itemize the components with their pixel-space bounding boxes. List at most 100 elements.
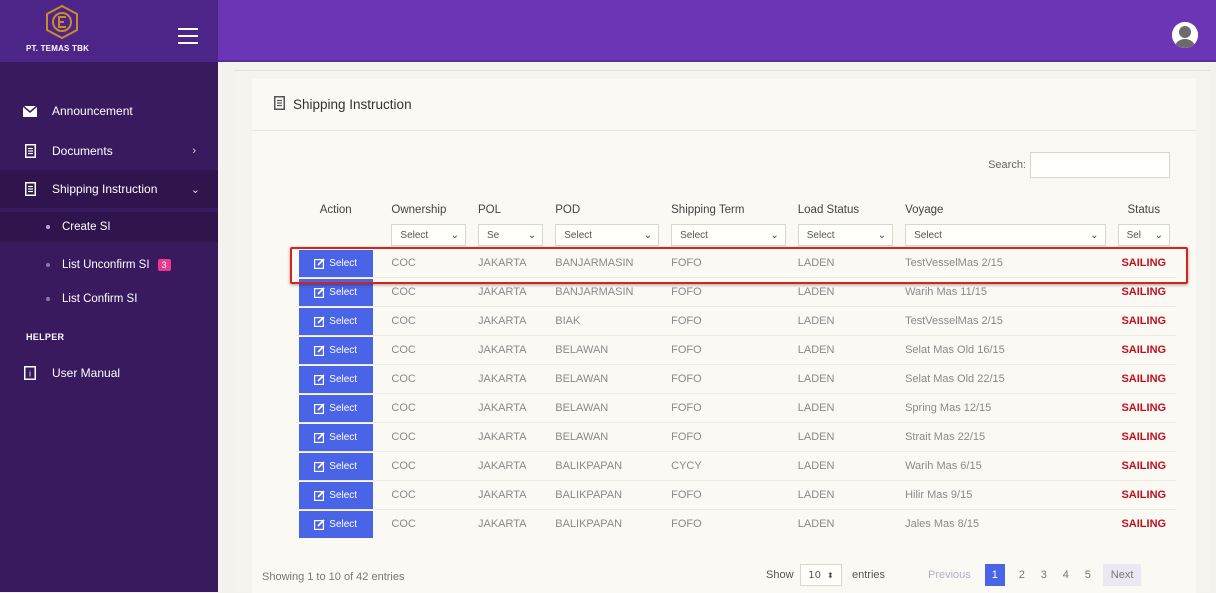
chevron-down-icon: ⌄ (643, 229, 653, 241)
shipping-term-filter-select[interactable]: Select ⌄ (671, 224, 786, 246)
table-row[interactable]: Select COC JAKARTA BELAWAN FOFO LADEN Selat Ma… (296, 335, 1176, 365)
column-header-pol[interactable]: POL (472, 198, 549, 222)
edit-icon (314, 257, 325, 269)
filter-cell: Select ⌄ (899, 222, 1111, 249)
select-button-label: Select (329, 257, 358, 269)
pagination-page-4[interactable]: 4 (1055, 564, 1077, 586)
sidebar-item-user-manual[interactable]: i User Manual (0, 354, 218, 392)
cell-load: LADEN (791, 335, 900, 365)
sidebar-subitem-list-unconfirm-si[interactable]: List Unconfirm SI 3 (0, 250, 218, 280)
pol-filter-select[interactable]: Se ⌄ (477, 224, 544, 246)
voyage-filter-select[interactable]: Select ⌄ (905, 224, 1106, 246)
pod-filter-select[interactable]: Select ⌄ (555, 224, 660, 246)
user-avatar[interactable] (1172, 22, 1198, 48)
cell-ownership: COC (375, 509, 472, 539)
chevron-down-icon: ⌄ (527, 229, 537, 241)
pagination-page-5[interactable]: 5 (1077, 564, 1099, 586)
chevron-down-icon: ⌄ (190, 183, 200, 196)
sidebar-section-helper: HELPER (26, 332, 65, 342)
ownership-filter-select[interactable]: Select ⌄ (391, 224, 466, 246)
status-filter-select[interactable]: Sel ⌄ (1117, 224, 1170, 246)
select-button[interactable]: Select (298, 249, 373, 277)
cell-pod: BIAK (549, 306, 666, 336)
select-value: Select (400, 229, 429, 241)
cell-pol: JAKARTA (471, 335, 550, 365)
search-input[interactable] (1030, 152, 1170, 178)
select-button[interactable]: Select (298, 452, 373, 480)
sidebar-item-label: Announcement (52, 104, 133, 118)
cell-term: FOFO (665, 306, 792, 336)
column-header-status[interactable]: Status (1112, 198, 1176, 222)
count-badge: 3 (157, 259, 171, 271)
sidebar-item-documents[interactable]: Documents › (0, 132, 218, 170)
cell-pod: BELAWAN (549, 364, 666, 394)
cell-voyage: Hilir Mas 9/15 (899, 480, 1112, 510)
menu-toggle-icon[interactable] (178, 28, 200, 44)
document-icon (274, 95, 285, 114)
table-row[interactable]: Select COC JAKARTA BELAWAN FOFO LADEN Spring M… (296, 393, 1176, 423)
manual-icon: i (22, 366, 38, 380)
envelope-icon (22, 105, 38, 117)
table-row[interactable]: Select COC JAKARTA BALIKPAPAN FOFO LADEN Jales… (296, 509, 1176, 539)
cell-ownership: COC (375, 277, 472, 307)
column-header-voyage[interactable]: Voyage (899, 198, 1111, 222)
sidebar-subitem-create-si[interactable]: Create SI (0, 212, 218, 242)
cell-ownership: COC (375, 248, 472, 278)
cell-pol: JAKARTA (471, 364, 550, 394)
select-button[interactable]: Select (298, 481, 373, 509)
select-button[interactable]: Select (298, 423, 373, 451)
column-header-ownership[interactable]: Ownership (375, 198, 472, 222)
column-header-action[interactable]: Action (296, 198, 375, 222)
load-status-filter-select[interactable]: Select ⌄ (797, 224, 894, 246)
select-button-label: Select (329, 518, 358, 530)
sidebar-item-announcement[interactable]: Announcement (0, 92, 218, 130)
pagination-previous[interactable]: Previous (920, 564, 979, 586)
cell-pol: JAKARTA (471, 393, 550, 423)
filter-cell-empty (296, 222, 375, 249)
table-row[interactable]: Select COC JAKARTA BANJARMASIN FOFO LADEN Wari… (296, 277, 1176, 307)
select-button[interactable]: Select (298, 365, 373, 393)
app-window: PT. TEMAS TBK Announcement Documents › S… (0, 0, 1216, 593)
page-size-select[interactable]: 10 ⬍ (800, 564, 842, 586)
action-cell: Select (296, 451, 376, 481)
select-button-label: Select (329, 431, 358, 443)
pagination-page-2[interactable]: 2 (1011, 564, 1033, 586)
search-label: Search: (988, 159, 1026, 171)
select-button[interactable]: Select (298, 510, 373, 538)
table-row[interactable]: Select COC JAKARTA BALIKPAPAN CYCY LADEN Warih… (296, 451, 1176, 481)
chevron-right-icon: › (192, 145, 196, 157)
cell-status: SAILING (1111, 509, 1176, 539)
select-button[interactable]: Select (298, 307, 373, 335)
pagination-page-1[interactable]: 1 (984, 564, 1005, 586)
chevron-down-icon: ⌄ (877, 229, 887, 241)
cell-term: FOFO (665, 480, 792, 510)
cell-pod: BELAWAN (549, 422, 666, 452)
select-button[interactable]: Select (298, 394, 373, 422)
table-row[interactable]: Select COC JAKARTA BIAK FOFO LADEN TestVesselM… (296, 306, 1176, 336)
cell-pol: JAKARTA (471, 277, 550, 307)
cell-status: SAILING (1111, 335, 1176, 365)
edit-icon (314, 344, 325, 356)
pagination-next[interactable]: Next (1102, 564, 1142, 586)
column-header-load-status[interactable]: Load Status (792, 198, 899, 222)
table-row[interactable]: Select COC JAKARTA BALIKPAPAN FOFO LADEN Hilir… (296, 480, 1176, 510)
column-header-pod[interactable]: POD (549, 198, 665, 222)
table-row[interactable]: Select COC JAKARTA BANJARMASIN FOFO LADEN Test… (296, 248, 1176, 278)
select-button-label: Select (329, 315, 358, 327)
cell-term: FOFO (665, 335, 792, 365)
pagination-page-3[interactable]: 3 (1033, 564, 1055, 586)
table-row[interactable]: Select COC JAKARTA BELAWAN FOFO LADEN Strait M… (296, 422, 1176, 452)
cell-status: SAILING (1111, 277, 1176, 307)
select-button[interactable]: Select (298, 336, 373, 364)
cell-pod: BELAWAN (549, 335, 666, 365)
sidebar-item-shipping-instruction[interactable]: Shipping Instruction ⌄ (0, 170, 218, 208)
cell-voyage: TestVesselMas 2/15 (899, 248, 1112, 278)
column-header-shipping-term[interactable]: Shipping Term (665, 198, 792, 222)
table-header-row: Action Ownership POL POD Shipping Term L… (296, 198, 1176, 222)
table-row[interactable]: Select COC JAKARTA BELAWAN FOFO LADEN Selat Ma… (296, 364, 1176, 394)
select-value: Select (806, 229, 835, 241)
select-button[interactable]: Select (298, 278, 373, 306)
cell-pol: JAKARTA (471, 422, 550, 452)
sidebar-subitem-list-confirm-si[interactable]: List Confirm SI (0, 284, 218, 314)
cell-pod: BALIKPAPAN (549, 509, 666, 539)
